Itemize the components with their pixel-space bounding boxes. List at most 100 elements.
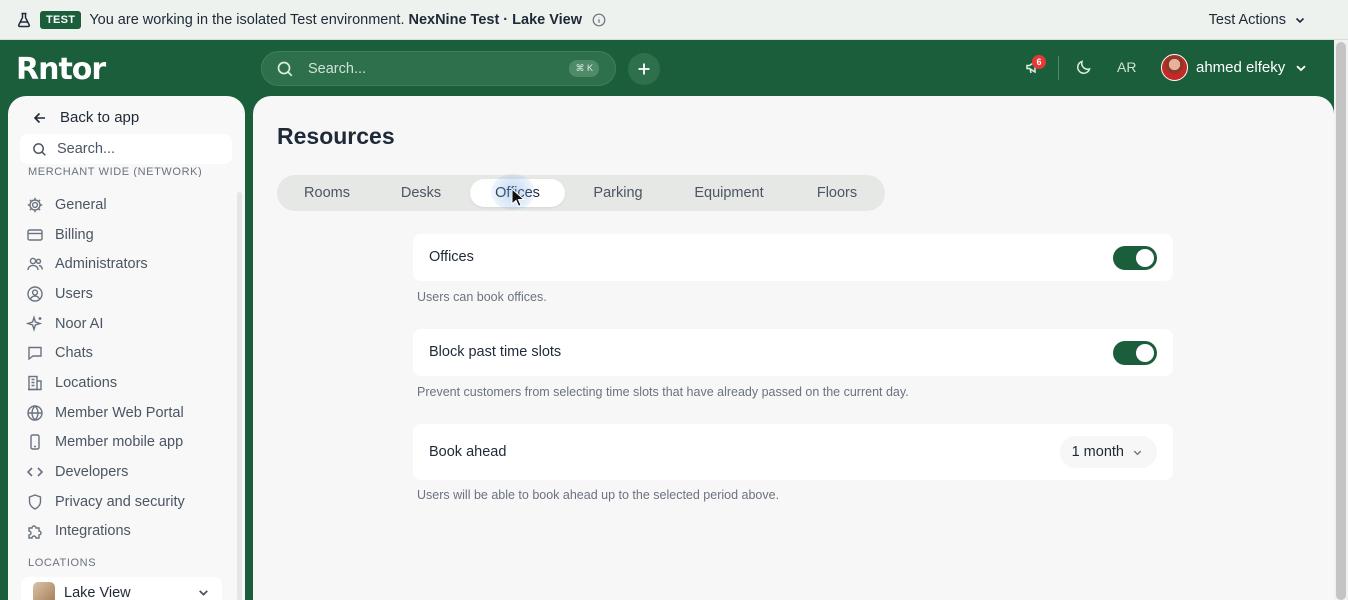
sidebar-item-noor-ai[interactable]: Noor AI xyxy=(26,309,185,339)
tab-offices[interactable]: Offices xyxy=(470,179,565,207)
sidebar-item-label: Chats xyxy=(55,345,93,362)
user-menu-chevron-icon[interactable] xyxy=(1294,61,1308,75)
sidebar-item-integrations[interactable]: Integrations xyxy=(26,517,185,547)
gear-icon xyxy=(26,196,44,214)
sidebar-item-privacy-and-security[interactable]: Privacy and security xyxy=(26,487,185,517)
sidebar-item-developers[interactable]: Developers xyxy=(26,457,185,487)
sidebar-item-label: Locations xyxy=(55,374,118,391)
sidebar-search-placeholder: Search... xyxy=(57,141,116,157)
block-past-setting-card: Block past time slots xyxy=(413,329,1173,376)
test-actions-label: Test Actions xyxy=(1208,12,1286,28)
avatar[interactable] xyxy=(1161,54,1188,81)
sparkles-icon xyxy=(26,314,44,333)
search-icon xyxy=(276,60,294,78)
resource-tabs: Rooms Desks Offices Parking Equipment Fl… xyxy=(277,175,885,211)
page-scrollbar-thumb[interactable] xyxy=(1336,42,1346,600)
book-ahead-setting-help: Users will be able to book ahead up to t… xyxy=(417,488,780,502)
sidebar-scrollbar[interactable] xyxy=(237,192,242,600)
sidebar-item-chats[interactable]: Chats xyxy=(26,338,185,368)
test-environment-banner: TEST You are working in the isolated Tes… xyxy=(0,0,1348,40)
offices-setting-label: Offices xyxy=(429,249,474,265)
sidebar-item-users[interactable]: Users xyxy=(26,279,185,309)
building-icon xyxy=(26,374,44,392)
banner-message: You are working in the isolated Test env… xyxy=(89,11,405,28)
chevron-down-icon xyxy=(1133,450,1142,455)
code-icon xyxy=(26,463,44,481)
toggle-knob xyxy=(1136,249,1154,267)
sidebar-item-member-web-portal[interactable]: Member Web Portal xyxy=(26,398,185,428)
block-past-setting-label: Block past time slots xyxy=(429,344,562,360)
add-button[interactable] xyxy=(628,53,660,85)
location-select-value: Lake View xyxy=(64,585,131,600)
sidebar-search-input[interactable]: Search... xyxy=(20,134,232,164)
flask-icon xyxy=(16,12,32,28)
globe-icon xyxy=(26,404,44,422)
info-icon[interactable] xyxy=(592,13,606,27)
banner-environment: NexNine Test · Lake View xyxy=(408,11,583,28)
nav-divider xyxy=(1058,56,1059,80)
location-thumbnail xyxy=(33,582,55,600)
page-scrollbar[interactable] xyxy=(1334,40,1348,600)
sidebar-section-title: MERCHANT WIDE (NETWORK) xyxy=(28,167,203,177)
book-ahead-value: 1 month xyxy=(1071,444,1124,460)
tab-equipment[interactable]: Equipment xyxy=(673,179,785,207)
tab-floors[interactable]: Floors xyxy=(791,179,883,207)
main-content: Resources Rooms Desks Offices Parking Eq… xyxy=(253,96,1334,600)
user-name[interactable]: ahmed elfeky xyxy=(1196,59,1285,76)
offices-toggle[interactable] xyxy=(1113,246,1157,270)
book-ahead-setting-card: Book ahead 1 month xyxy=(413,424,1173,480)
location-select[interactable]: Lake View xyxy=(21,577,222,600)
block-past-toggle[interactable] xyxy=(1113,341,1157,365)
chevron-down-icon xyxy=(1295,17,1305,24)
moon-icon xyxy=(1077,60,1091,74)
users-icon xyxy=(26,255,44,273)
plus-icon xyxy=(638,63,650,75)
offices-setting-help: Users can book offices. xyxy=(417,290,547,304)
dark-mode-toggle[interactable] xyxy=(1075,58,1093,76)
sidebar-item-label: Billing xyxy=(55,226,94,243)
sidebar-item-label: General xyxy=(55,196,107,213)
book-ahead-select[interactable]: 1 month xyxy=(1059,436,1157,468)
top-navigation: Rntor Search... ⌘ K 6 AR ahmed elfeky xyxy=(0,40,1334,96)
back-to-app-label: Back to app xyxy=(60,109,140,126)
chat-icon xyxy=(26,344,44,362)
tab-parking[interactable]: Parking xyxy=(570,179,666,207)
toggle-knob xyxy=(1136,344,1154,362)
mobile-icon xyxy=(26,433,44,451)
locations-section-title: LOCATIONS xyxy=(28,557,97,569)
test-badge: TEST xyxy=(40,10,82,29)
arrow-left-icon xyxy=(33,112,45,123)
test-actions-button[interactable]: Test Actions xyxy=(1209,0,1306,40)
sidebar-item-member-mobile-app[interactable]: Member mobile app xyxy=(26,428,185,458)
sidebar-nav-list: General Billing Administrators Users Noo… xyxy=(26,190,185,546)
sidebar-item-label: Administrators xyxy=(55,256,148,273)
puzzle-icon xyxy=(26,522,44,540)
user-circle-icon xyxy=(26,285,44,303)
notification-count-badge: 6 xyxy=(1032,55,1046,69)
sidebar-item-label: Users xyxy=(55,285,93,302)
sidebar-item-label: Developers xyxy=(55,464,129,481)
sidebar-item-billing[interactable]: Billing xyxy=(26,220,185,250)
page-title: Resources xyxy=(277,123,395,149)
sidebar-item-administrators[interactable]: Administrators xyxy=(26,249,185,279)
credit-card-icon xyxy=(26,226,44,244)
shield-icon xyxy=(26,493,44,511)
search-icon xyxy=(32,142,47,157)
logo[interactable]: Rntor xyxy=(16,52,106,87)
sidebar-item-label: Privacy and security xyxy=(55,493,185,510)
tab-rooms[interactable]: Rooms xyxy=(281,179,373,207)
language-switch[interactable]: AR xyxy=(1117,59,1136,75)
tab-desks[interactable]: Desks xyxy=(377,179,465,207)
sidebar-item-locations[interactable]: Locations xyxy=(26,368,185,398)
block-past-setting-help: Prevent customers from selecting time sl… xyxy=(417,385,909,399)
back-to-app-link[interactable]: Back to app xyxy=(32,109,139,126)
sidebar-item-label: Member mobile app xyxy=(55,434,184,451)
global-search-input[interactable]: Search... ⌘ K xyxy=(261,51,616,86)
settings-sidebar: Back to app Search... MERCHANT WIDE (NET… xyxy=(8,96,245,600)
book-ahead-setting-label: Book ahead xyxy=(429,444,507,460)
sidebar-item-label: Integrations xyxy=(55,523,131,540)
global-search-placeholder: Search... xyxy=(308,60,367,77)
sidebar-item-general[interactable]: General xyxy=(26,190,185,220)
sidebar-item-label: Noor AI xyxy=(55,315,104,332)
offices-setting-card: Offices xyxy=(413,234,1173,281)
